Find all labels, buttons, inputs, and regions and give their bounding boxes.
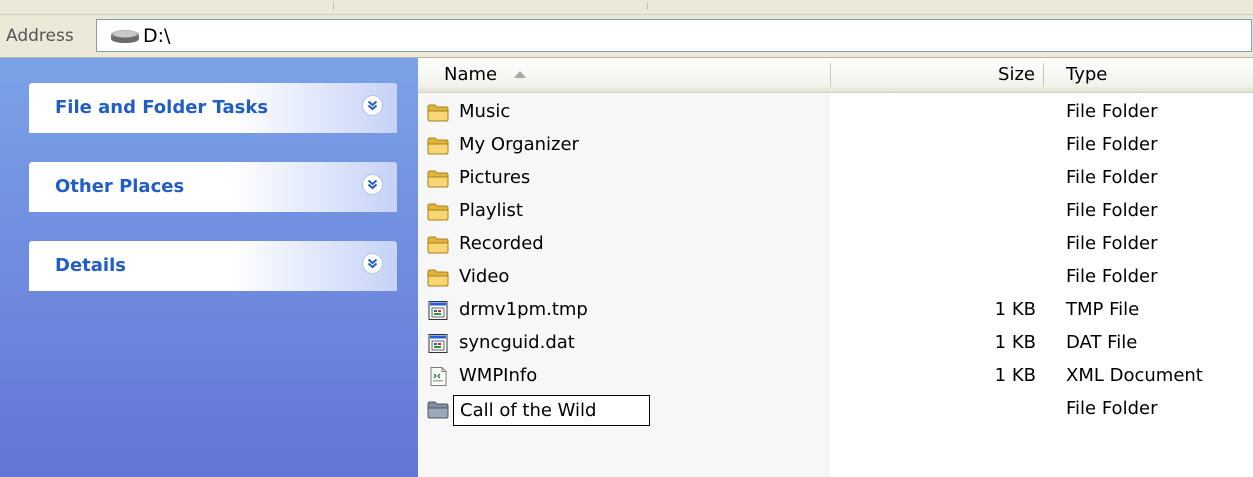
panel-other-places[interactable]: Other Places <box>29 162 397 212</box>
file-row[interactable]: Recorded File Folder <box>418 228 1253 261</box>
toolbar-strip <box>0 0 1253 15</box>
column-size-label: Size <box>998 64 1035 85</box>
file-name: Video <box>459 266 510 287</box>
file-row[interactable]: syncguid.dat 1 KB DAT File <box>418 327 1253 360</box>
file-row[interactable]: My Organizer File Folder <box>418 129 1253 162</box>
folder-icon <box>427 169 449 188</box>
file-name: syncguid.dat <box>459 332 575 353</box>
folder-icon <box>427 136 449 155</box>
column-type[interactable]: Type <box>1044 58 1253 91</box>
file-name: Pictures <box>459 167 531 188</box>
xml-file-icon <box>427 367 449 386</box>
file-name: Music <box>459 101 511 122</box>
file-name: Recorded <box>459 233 544 254</box>
file-row[interactable]: File Folder <box>418 393 1253 426</box>
file-name: Playlist <box>459 200 523 221</box>
panel-details[interactable]: Details <box>29 241 397 291</box>
file-type: File Folder <box>1066 134 1158 155</box>
system-file-icon <box>427 334 449 353</box>
file-type: File Folder <box>1066 167 1158 188</box>
column-size[interactable]: Size <box>831 58 1043 91</box>
column-type-label: Type <box>1066 64 1108 85</box>
column-header: Name Size Type <box>418 58 1253 93</box>
drive-icon <box>111 30 139 43</box>
folder-icon <box>427 400 449 419</box>
folder-icon <box>427 235 449 254</box>
file-row[interactable]: Music File Folder <box>418 96 1253 129</box>
address-label: Address <box>6 26 74 46</box>
system-file-icon <box>427 301 449 320</box>
address-bar: Address D:\ <box>0 15 1253 58</box>
address-path: D:\ <box>143 25 171 47</box>
file-name: My Organizer <box>459 134 579 155</box>
panel-title: Details <box>55 255 126 276</box>
file-type: File Folder <box>1066 101 1158 122</box>
file-row[interactable]: Pictures File Folder <box>418 162 1253 195</box>
toolbar-separator <box>647 2 648 10</box>
file-type: File Folder <box>1066 233 1158 254</box>
expand-chevron-icon[interactable] <box>362 95 383 116</box>
file-row[interactable]: Playlist File Folder <box>418 195 1253 228</box>
folder-icon <box>427 103 449 122</box>
file-type: File Folder <box>1066 398 1158 419</box>
expand-chevron-icon[interactable] <box>362 253 383 274</box>
file-type: DAT File <box>1066 332 1138 353</box>
file-type: File Folder <box>1066 266 1158 287</box>
file-list[interactable]: Name Size Type Music File Folder My Organi… <box>418 58 1253 477</box>
file-size: 1 KB <box>994 365 1036 386</box>
address-field[interactable]: D:\ <box>96 19 1252 52</box>
rename-input[interactable] <box>453 395 650 426</box>
file-size: 1 KB <box>994 332 1036 353</box>
panel-title: Other Places <box>55 176 185 197</box>
sort-ascending-icon <box>514 71 526 78</box>
task-pane: File and Folder Tasks Other Places Detai… <box>0 58 418 477</box>
file-name: WMPInfo <box>459 365 538 386</box>
expand-chevron-icon[interactable] <box>362 174 383 195</box>
folder-icon <box>427 202 449 221</box>
file-name: drmv1pm.tmp <box>459 299 588 320</box>
file-type: XML Document <box>1066 365 1203 386</box>
file-row[interactable]: WMPInfo 1 KB XML Document <box>418 360 1253 393</box>
folder-icon <box>427 268 449 287</box>
file-type: File Folder <box>1066 200 1158 221</box>
toolbar-separator <box>333 2 334 10</box>
panel-title: File and Folder Tasks <box>55 97 269 118</box>
file-size: 1 KB <box>994 299 1036 320</box>
panel-file-and-folder-tasks[interactable]: File and Folder Tasks <box>29 83 397 133</box>
column-name-label: Name <box>444 64 498 85</box>
column-name[interactable]: Name <box>418 58 830 91</box>
file-row[interactable]: drmv1pm.tmp 1 KB TMP File <box>418 294 1253 327</box>
file-type: TMP File <box>1066 299 1140 320</box>
file-row[interactable]: Video File Folder <box>418 261 1253 294</box>
